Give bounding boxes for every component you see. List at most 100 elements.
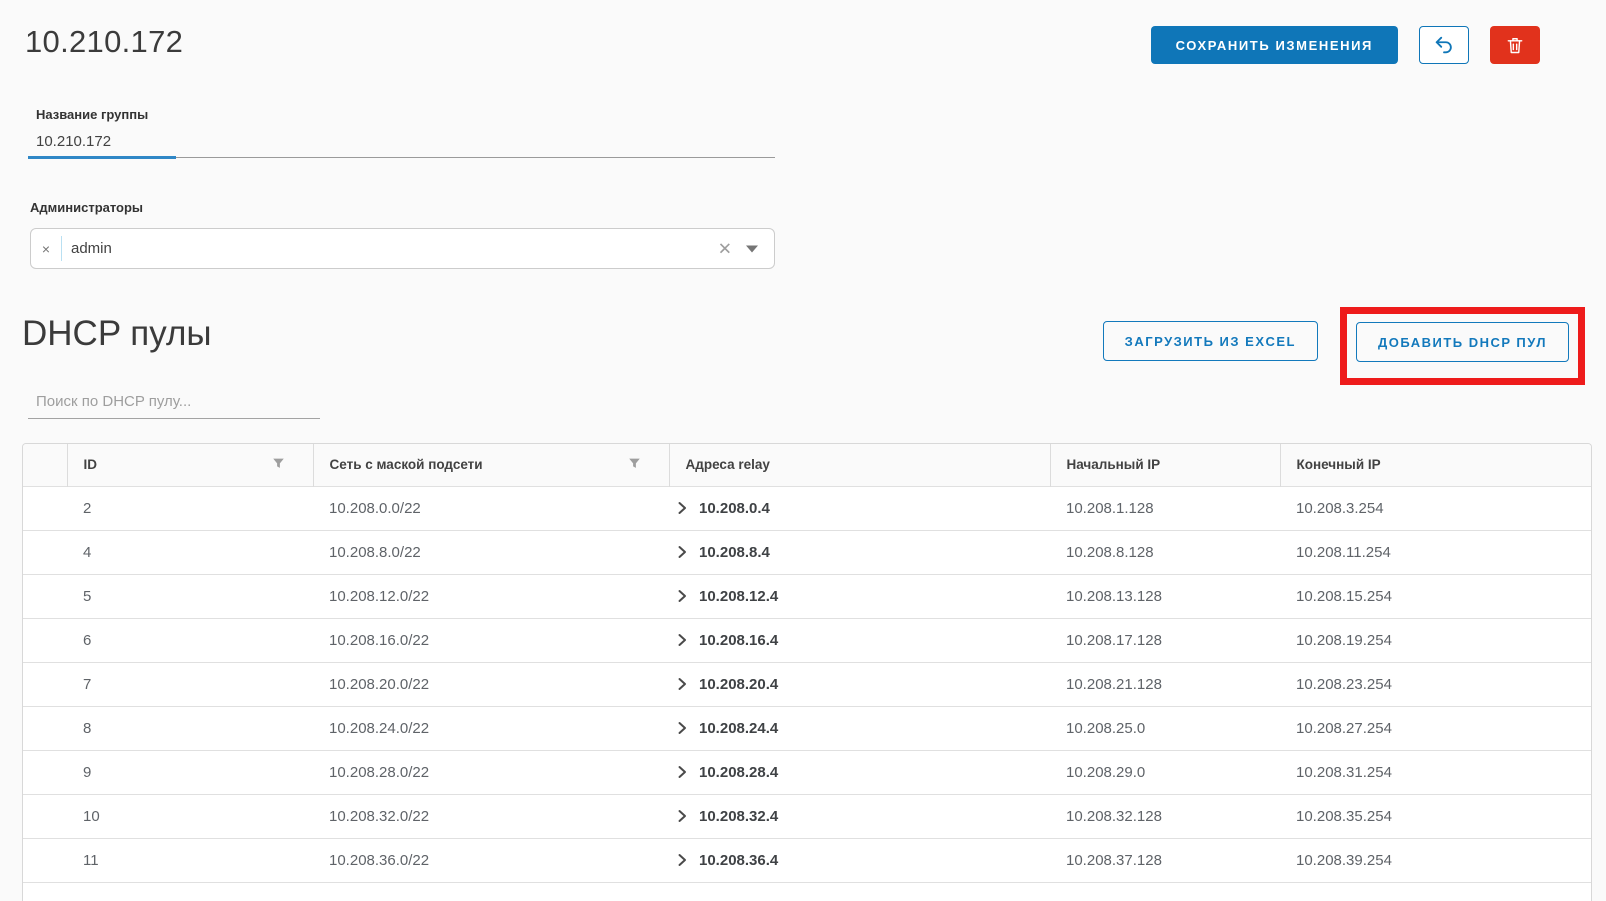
header-id-label: ID xyxy=(84,457,98,472)
expand-chevron-icon[interactable] xyxy=(677,677,687,691)
cell-network: 10.208.8.0/22 xyxy=(313,530,669,574)
cell-select xyxy=(23,574,67,618)
cell-select xyxy=(23,486,67,530)
expand-chevron-icon[interactable] xyxy=(677,765,687,779)
cell-id: 4 xyxy=(67,530,313,574)
pool-search-input[interactable] xyxy=(28,391,320,419)
header-select-column xyxy=(23,444,67,486)
cell-select xyxy=(23,750,67,794)
header-network-column: Сеть с маской подсети xyxy=(313,444,669,486)
expand-chevron-icon[interactable] xyxy=(677,809,687,823)
cell-network: 10.208.0.0/22 xyxy=(313,486,669,530)
page-title: 10.210.172 xyxy=(25,24,183,60)
selected-admin-chip: × admin xyxy=(31,229,112,268)
cell-network: 10.208.32.0/22 xyxy=(313,794,669,838)
table-row[interactable]: 11 10.208.36.0/22 10.208.36.4 10.208.37.… xyxy=(23,838,1592,882)
save-changes-button[interactable]: СОХРАНИТЬ ИЗМЕНЕНИЯ xyxy=(1151,26,1398,64)
dhcp-pools-table: ID Сеть с маской подсети Адреса relay На… xyxy=(22,443,1592,901)
cell-id: 2 xyxy=(67,486,313,530)
pool-search-field xyxy=(28,391,320,419)
table-row[interactable]: 10 10.208.32.0/22 10.208.32.4 10.208.32.… xyxy=(23,794,1592,838)
filter-icon[interactable] xyxy=(272,457,285,473)
dhcp-pools-heading: DHCP пулы xyxy=(22,314,212,354)
cell-start-ip: 10.208.21.128 xyxy=(1050,662,1280,706)
cell-select xyxy=(23,530,67,574)
header-id-column: ID xyxy=(67,444,313,486)
expand-chevron-icon[interactable] xyxy=(677,721,687,735)
cell-start-ip: 10.208.8.128 xyxy=(1050,530,1280,574)
chip-remove-icon[interactable]: × xyxy=(31,241,61,257)
expand-chevron-icon[interactable] xyxy=(677,853,687,867)
cell-relay: 10.208.12.4 xyxy=(669,574,1050,618)
table-row[interactable]: 4 10.208.8.0/22 10.208.8.4 10.208.8.128 … xyxy=(23,530,1592,574)
cell-id: 7 xyxy=(67,662,313,706)
header-relay-label: Адреса relay xyxy=(686,457,770,472)
cell-start-ip: 10.208.17.128 xyxy=(1050,618,1280,662)
pool-table-body: 2 10.208.0.0/22 10.208.0.4 10.208.1.128 … xyxy=(23,486,1592,882)
header-relay-column: Адреса relay xyxy=(669,444,1050,486)
cell-start-ip: 10.208.1.128 xyxy=(1050,486,1280,530)
relay-ip-value: 10.208.0.4 xyxy=(699,500,770,517)
cell-relay: 10.208.24.4 xyxy=(669,706,1050,750)
relay-ip-value: 10.208.12.4 xyxy=(699,588,778,605)
group-name-input[interactable] xyxy=(28,131,775,157)
cell-start-ip: 10.208.25.0 xyxy=(1050,706,1280,750)
cell-network: 10.208.36.0/22 xyxy=(313,838,669,882)
expand-chevron-icon[interactable] xyxy=(677,633,687,647)
table-row[interactable]: 7 10.208.20.0/22 10.208.20.4 10.208.21.1… xyxy=(23,662,1592,706)
top-action-bar: СОХРАНИТЬ ИЗМЕНЕНИЯ xyxy=(1151,26,1540,64)
relay-ip-value: 10.208.20.4 xyxy=(699,676,778,693)
header-network-label: Сеть с маской подсети xyxy=(330,457,483,472)
table-row[interactable]: 6 10.208.16.0/22 10.208.16.4 10.208.17.1… xyxy=(23,618,1592,662)
cell-id: 9 xyxy=(67,750,313,794)
expand-chevron-icon[interactable] xyxy=(677,545,687,559)
cell-relay: 10.208.20.4 xyxy=(669,662,1050,706)
cell-network: 10.208.24.0/22 xyxy=(313,706,669,750)
select-clear-icon[interactable]: ✕ xyxy=(718,240,732,257)
cell-relay: 10.208.32.4 xyxy=(669,794,1050,838)
cell-id: 8 xyxy=(67,706,313,750)
filter-icon[interactable] xyxy=(628,457,641,473)
cell-id: 5 xyxy=(67,574,313,618)
relay-ip-value: 10.208.28.4 xyxy=(699,764,778,781)
cell-start-ip: 10.208.29.0 xyxy=(1050,750,1280,794)
clipped-next-row xyxy=(23,882,1591,901)
highlight-annotation-box: ДОБАВИТЬ DHCP ПУЛ xyxy=(1340,307,1585,385)
expand-chevron-icon[interactable] xyxy=(677,501,687,515)
header-end-ip-column: Конечный IP xyxy=(1280,444,1592,486)
cell-relay: 10.208.0.4 xyxy=(669,486,1050,530)
cell-relay: 10.208.8.4 xyxy=(669,530,1050,574)
relay-ip-value: 10.208.32.4 xyxy=(699,808,778,825)
relay-ip-value: 10.208.36.4 xyxy=(699,852,778,869)
cell-start-ip: 10.208.13.128 xyxy=(1050,574,1280,618)
table-row[interactable]: 9 10.208.28.0/22 10.208.28.4 10.208.29.0… xyxy=(23,750,1592,794)
cell-end-ip: 10.208.35.254 xyxy=(1280,794,1592,838)
chip-label: admin xyxy=(62,240,112,257)
cell-relay: 10.208.28.4 xyxy=(669,750,1050,794)
cell-network: 10.208.28.0/22 xyxy=(313,750,669,794)
cell-end-ip: 10.208.11.254 xyxy=(1280,530,1592,574)
cell-network: 10.208.16.0/22 xyxy=(313,618,669,662)
add-dhcp-pool-button[interactable]: ДОБАВИТЬ DHCP ПУЛ xyxy=(1356,322,1569,362)
administrators-multiselect[interactable]: × admin ✕ xyxy=(30,228,775,269)
chevron-down-icon[interactable] xyxy=(746,245,758,252)
cell-select xyxy=(23,794,67,838)
group-name-label: Название группы xyxy=(36,107,775,122)
group-name-field: Название группы xyxy=(28,107,775,158)
cell-end-ip: 10.208.39.254 xyxy=(1280,838,1592,882)
delete-group-button[interactable] xyxy=(1490,26,1540,64)
table-row[interactable]: 5 10.208.12.0/22 10.208.12.4 10.208.13.1… xyxy=(23,574,1592,618)
expand-chevron-icon[interactable] xyxy=(677,589,687,603)
table-row[interactable]: 2 10.208.0.0/22 10.208.0.4 10.208.1.128 … xyxy=(23,486,1592,530)
cell-network: 10.208.12.0/22 xyxy=(313,574,669,618)
cell-start-ip: 10.208.32.128 xyxy=(1050,794,1280,838)
cell-end-ip: 10.208.3.254 xyxy=(1280,486,1592,530)
cell-end-ip: 10.208.31.254 xyxy=(1280,750,1592,794)
relay-ip-value: 10.208.8.4 xyxy=(699,544,770,561)
cell-relay: 10.208.16.4 xyxy=(669,618,1050,662)
undo-button[interactable] xyxy=(1419,26,1469,64)
cell-select xyxy=(23,662,67,706)
table-row[interactable]: 8 10.208.24.0/22 10.208.24.4 10.208.25.0… xyxy=(23,706,1592,750)
header-start-ip-column: Начальный IP xyxy=(1050,444,1280,486)
load-from-excel-button[interactable]: ЗАГРУЗИТЬ ИЗ EXCEL xyxy=(1103,321,1318,361)
